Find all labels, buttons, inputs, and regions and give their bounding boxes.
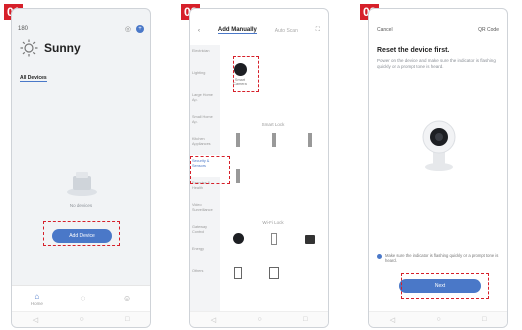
back-icon[interactable]: ◁ — [211, 316, 216, 324]
device-lock[interactable] — [262, 133, 286, 149]
category-item[interactable]: Small Home Ap. — [190, 111, 220, 133]
smart-icon: ◌ — [80, 294, 86, 303]
camera-illustration — [422, 120, 456, 171]
device-wifi-lock[interactable] — [262, 267, 286, 281]
add-device-header: ‹ Add Manually Auto Scan ⛶ — [190, 23, 328, 38]
group-header: Wi-Fi Lock — [262, 220, 284, 225]
top-bar: 180 ◎ + — [12, 23, 150, 35]
door-lock-icon — [271, 233, 277, 245]
bottom-tab-bar: ⌂ Home ◌ ☺ — [12, 285, 150, 311]
sun-icon — [20, 39, 38, 57]
device-lock[interactable] — [226, 133, 250, 149]
reset-header: Cancel QR Code — [369, 23, 507, 37]
tab-all-devices[interactable]: All Devices — [20, 75, 47, 82]
reset-description: Power on the device and make sure the in… — [377, 58, 496, 69]
home-name: Sunny — [44, 41, 81, 55]
status-bar — [12, 9, 150, 23]
lock-icon — [272, 133, 276, 147]
padlock-icon — [305, 235, 315, 244]
android-nav-bar: ◁ ○ □ — [190, 311, 328, 327]
scene-icon[interactable]: ◎ — [125, 25, 131, 33]
back-icon[interactable]: ◁ — [390, 316, 395, 324]
device-wifi-lock[interactable] — [226, 233, 250, 246]
bottom-tab-me[interactable]: ☺ — [123, 294, 131, 303]
category-item[interactable]: Energy — [190, 243, 220, 265]
device-wifi-lock[interactable] — [298, 233, 322, 246]
weather-row — [12, 61, 150, 69]
highlight-add-device — [43, 221, 120, 246]
mode-selector[interactable]: QR Code — [478, 27, 499, 33]
back-arrow-icon[interactable]: ‹ — [198, 28, 200, 34]
category-item[interactable]: Gateway Control — [190, 221, 220, 243]
category-item[interactable]: Electrician — [190, 45, 220, 67]
group-header: Smart Lock — [261, 122, 285, 127]
confirm-text: Make sure the indicator is flashing quic… — [385, 253, 499, 263]
bottom-tab-smart[interactable]: ◌ — [81, 294, 86, 303]
empty-device-illustration — [64, 167, 100, 197]
status-bar — [369, 9, 507, 23]
add-icon[interactable]: + — [136, 25, 144, 33]
lock-icon — [308, 133, 312, 147]
category-item[interactable]: Video Surveillance — [190, 199, 220, 221]
recents-icon[interactable]: □ — [303, 316, 307, 323]
reset-title: Reset the device first. — [377, 47, 450, 54]
recents-icon[interactable]: □ — [125, 316, 129, 323]
back-icon[interactable]: ◁ — [33, 316, 38, 324]
category-item[interactable]: Large Home Ap. — [190, 89, 220, 111]
device-wifi-lock[interactable] — [226, 267, 250, 281]
lock-icon — [236, 133, 240, 147]
highlight-smart-camera — [233, 56, 259, 92]
highlight-security-category — [190, 156, 230, 184]
scan-icon[interactable]: ⛶ — [316, 27, 320, 34]
device-lock[interactable] — [298, 133, 322, 149]
recents-icon[interactable]: □ — [482, 316, 486, 323]
box-lock-icon — [269, 267, 279, 279]
category-item[interactable]: Kitchen Appliances — [190, 133, 220, 155]
category-item[interactable]: Others — [190, 265, 220, 287]
lock-black-icon — [232, 233, 244, 244]
android-nav-bar: ◁ ○ □ — [369, 311, 507, 327]
home-nav-icon[interactable]: ○ — [79, 316, 83, 323]
tab-add-manually[interactable]: Add Manually — [217, 27, 257, 34]
category-item[interactable]: Lighting — [190, 67, 220, 89]
home-icon: ⌂ — [34, 291, 40, 301]
home-nav-icon[interactable]: ○ — [257, 316, 261, 323]
cancel-button[interactable]: Cancel — [377, 27, 393, 33]
phone-home-screen: 180 ◎ + Sunny All Devices No devices Add… — [11, 8, 151, 328]
home-selector[interactable]: 180 — [18, 26, 28, 32]
home-nav-icon[interactable]: ○ — [436, 316, 440, 323]
home-header: Sunny — [12, 35, 150, 61]
highlight-next-button — [401, 273, 489, 299]
profile-icon: ☺ — [122, 294, 132, 303]
empty-state-text: No devices — [69, 203, 93, 208]
status-bar — [190, 9, 328, 23]
room-tabs: All Devices — [12, 69, 150, 88]
tab-auto-scan[interactable]: Auto Scan — [275, 28, 298, 34]
keypad-icon — [234, 267, 242, 279]
radio-icon[interactable] — [377, 254, 382, 259]
device-wifi-lock[interactable] — [262, 233, 286, 247]
confirm-checkbox-row[interactable]: Make sure the indicator is flashing quic… — [377, 253, 501, 263]
lock-icon — [236, 169, 240, 183]
android-nav-bar: ◁ ○ □ — [12, 311, 150, 327]
bottom-tab-home[interactable]: ⌂ Home — [31, 292, 43, 306]
